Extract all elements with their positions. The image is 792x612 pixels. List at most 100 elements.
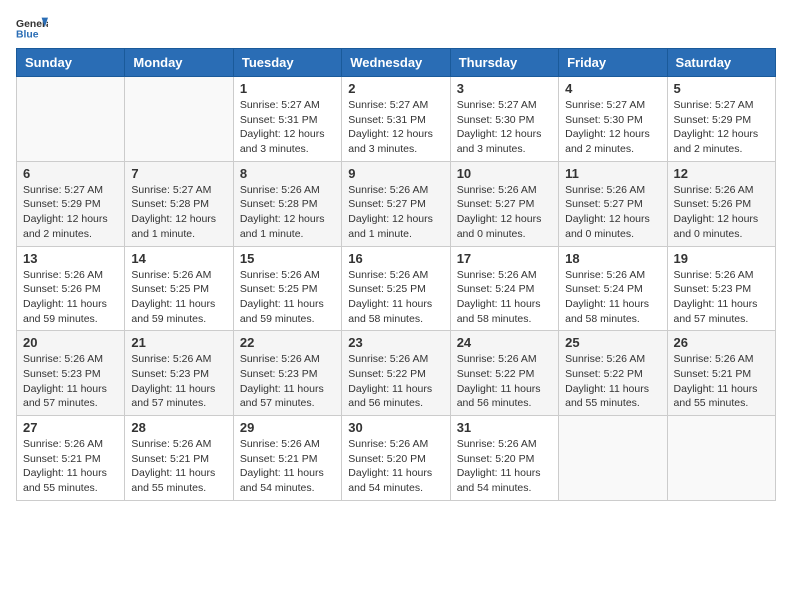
day-number: 13 [23, 251, 118, 266]
calendar-day-cell: 19 Sunrise: 5:26 AM Sunset: 5:23 PM Dayli… [667, 246, 775, 331]
day-number: 20 [23, 335, 118, 350]
day-number: 12 [674, 166, 769, 181]
day-info: Sunrise: 5:26 AM Sunset: 5:25 PM Dayligh… [348, 268, 443, 327]
day-number: 15 [240, 251, 335, 266]
day-number: 23 [348, 335, 443, 350]
calendar-week-row: 20 Sunrise: 5:26 AM Sunset: 5:23 PM Dayli… [17, 331, 776, 416]
calendar-day-cell: 3Sunrise: 5:27 AM Sunset: 5:30 PM Daylig… [450, 77, 558, 162]
day-info: Sunrise: 5:26 AM Sunset: 5:21 PM Dayligh… [131, 437, 226, 496]
day-number: 8 [240, 166, 335, 181]
day-info: Sunrise: 5:27 AM Sunset: 5:29 PM Dayligh… [23, 183, 118, 242]
calendar-day-cell [667, 416, 775, 501]
weekday-header-cell: Tuesday [233, 49, 341, 77]
day-number: 17 [457, 251, 552, 266]
day-number: 21 [131, 335, 226, 350]
day-info: Sunrise: 5:26 AM Sunset: 5:24 PM Dayligh… [565, 268, 660, 327]
day-number: 3 [457, 81, 552, 96]
calendar-day-cell: 10Sunrise: 5:26 AM Sunset: 5:27 PM Dayli… [450, 161, 558, 246]
weekday-header-cell: Friday [559, 49, 667, 77]
day-info: Sunrise: 5:26 AM Sunset: 5:24 PM Dayligh… [457, 268, 552, 327]
calendar-day-cell: 27 Sunrise: 5:26 AM Sunset: 5:21 PM Dayli… [17, 416, 125, 501]
day-number: 9 [348, 166, 443, 181]
day-info: Sunrise: 5:26 AM Sunset: 5:23 PM Dayligh… [674, 268, 769, 327]
calendar-day-cell: 7 Sunrise: 5:27 AM Sunset: 5:28 PM Daylig… [125, 161, 233, 246]
day-number: 2 [348, 81, 443, 96]
calendar-day-cell: 28 Sunrise: 5:26 AM Sunset: 5:21 PM Dayli… [125, 416, 233, 501]
calendar-day-cell [17, 77, 125, 162]
logo: General Blue [16, 16, 48, 40]
calendar-day-cell: 22 Sunrise: 5:26 AM Sunset: 5:23 PM Dayli… [233, 331, 341, 416]
weekday-header-cell: Saturday [667, 49, 775, 77]
calendar-day-cell: 21 Sunrise: 5:26 AM Sunset: 5:23 PM Dayli… [125, 331, 233, 416]
day-info: Sunrise: 5:27 AM Sunset: 5:30 PM Dayligh… [565, 98, 660, 157]
day-info: Sunrise: 5:27 AM Sunset: 5:31 PM Dayligh… [240, 98, 335, 157]
calendar-day-cell: 17 Sunrise: 5:26 AM Sunset: 5:24 PM Dayli… [450, 246, 558, 331]
calendar-day-cell [125, 77, 233, 162]
calendar-week-row: 1 Sunrise: 5:27 AM Sunset: 5:31 PM Daylig… [17, 77, 776, 162]
calendar-day-cell: 26Sunrise: 5:26 AM Sunset: 5:21 PM Dayli… [667, 331, 775, 416]
day-number: 14 [131, 251, 226, 266]
day-number: 28 [131, 420, 226, 435]
weekday-header-cell: Sunday [17, 49, 125, 77]
calendar-day-cell [559, 416, 667, 501]
calendar-day-cell: 15 Sunrise: 5:26 AM Sunset: 5:25 PM Dayli… [233, 246, 341, 331]
day-info: Sunrise: 5:26 AM Sunset: 5:21 PM Dayligh… [240, 437, 335, 496]
day-info: Sunrise: 5:26 AM Sunset: 5:25 PM Dayligh… [240, 268, 335, 327]
day-number: 18 [565, 251, 660, 266]
day-number: 25 [565, 335, 660, 350]
day-info: Sunrise: 5:26 AM Sunset: 5:22 PM Dayligh… [457, 352, 552, 411]
day-number: 30 [348, 420, 443, 435]
calendar-day-cell: 29 Sunrise: 5:26 AM Sunset: 5:21 PM Dayli… [233, 416, 341, 501]
calendar-day-cell: 24 Sunrise: 5:26 AM Sunset: 5:22 PM Dayli… [450, 331, 558, 416]
calendar-day-cell: 11Sunrise: 5:26 AM Sunset: 5:27 PM Dayli… [559, 161, 667, 246]
day-info: Sunrise: 5:26 AM Sunset: 5:28 PM Dayligh… [240, 183, 335, 242]
calendar-day-cell: 14 Sunrise: 5:26 AM Sunset: 5:25 PM Dayli… [125, 246, 233, 331]
day-info: Sunrise: 5:27 AM Sunset: 5:29 PM Dayligh… [674, 98, 769, 157]
day-info: Sunrise: 5:27 AM Sunset: 5:31 PM Dayligh… [348, 98, 443, 157]
calendar-week-row: 13 Sunrise: 5:26 AM Sunset: 5:26 PM Dayli… [17, 246, 776, 331]
weekday-header-row: SundayMondayTuesdayWednesdayThursdayFrid… [17, 49, 776, 77]
day-info: Sunrise: 5:26 AM Sunset: 5:20 PM Dayligh… [348, 437, 443, 496]
day-info: Sunrise: 5:26 AM Sunset: 5:21 PM Dayligh… [674, 352, 769, 411]
calendar-day-cell: 20 Sunrise: 5:26 AM Sunset: 5:23 PM Dayli… [17, 331, 125, 416]
calendar-day-cell: 8 Sunrise: 5:26 AM Sunset: 5:28 PM Daylig… [233, 161, 341, 246]
page-header: General Blue [16, 16, 776, 40]
day-number: 6 [23, 166, 118, 181]
day-info: Sunrise: 5:27 AM Sunset: 5:28 PM Dayligh… [131, 183, 226, 242]
calendar-day-cell: 9 Sunrise: 5:26 AM Sunset: 5:27 PM Daylig… [342, 161, 450, 246]
day-number: 1 [240, 81, 335, 96]
calendar-day-cell: 5 Sunrise: 5:27 AM Sunset: 5:29 PM Daylig… [667, 77, 775, 162]
day-info: Sunrise: 5:26 AM Sunset: 5:27 PM Dayligh… [348, 183, 443, 242]
day-number: 29 [240, 420, 335, 435]
calendar-day-cell: 16 Sunrise: 5:26 AM Sunset: 5:25 PM Dayli… [342, 246, 450, 331]
logo-icon: General Blue [16, 16, 48, 40]
day-info: Sunrise: 5:26 AM Sunset: 5:25 PM Dayligh… [131, 268, 226, 327]
day-number: 7 [131, 166, 226, 181]
day-number: 5 [674, 81, 769, 96]
weekday-header-cell: Wednesday [342, 49, 450, 77]
day-number: 22 [240, 335, 335, 350]
day-info: Sunrise: 5:26 AM Sunset: 5:23 PM Dayligh… [131, 352, 226, 411]
day-number: 27 [23, 420, 118, 435]
calendar-day-cell: 25 Sunrise: 5:26 AM Sunset: 5:22 PM Dayli… [559, 331, 667, 416]
calendar-day-cell: 13 Sunrise: 5:26 AM Sunset: 5:26 PM Dayli… [17, 246, 125, 331]
calendar-body: 1 Sunrise: 5:27 AM Sunset: 5:31 PM Daylig… [17, 77, 776, 501]
day-number: 11 [565, 166, 660, 181]
svg-text:Blue: Blue [16, 30, 39, 40]
day-info: Sunrise: 5:26 AM Sunset: 5:21 PM Dayligh… [23, 437, 118, 496]
day-number: 16 [348, 251, 443, 266]
calendar-day-cell: 18 Sunrise: 5:26 AM Sunset: 5:24 PM Dayli… [559, 246, 667, 331]
day-info: Sunrise: 5:26 AM Sunset: 5:22 PM Dayligh… [565, 352, 660, 411]
day-number: 4 [565, 81, 660, 96]
weekday-header-cell: Thursday [450, 49, 558, 77]
calendar-day-cell: 2 Sunrise: 5:27 AM Sunset: 5:31 PM Daylig… [342, 77, 450, 162]
calendar-day-cell: 1 Sunrise: 5:27 AM Sunset: 5:31 PM Daylig… [233, 77, 341, 162]
day-number: 24 [457, 335, 552, 350]
day-info: Sunrise: 5:26 AM Sunset: 5:23 PM Dayligh… [23, 352, 118, 411]
day-number: 19 [674, 251, 769, 266]
day-info: Sunrise: 5:26 AM Sunset: 5:23 PM Dayligh… [240, 352, 335, 411]
day-info: Sunrise: 5:26 AM Sunset: 5:26 PM Dayligh… [23, 268, 118, 327]
weekday-header-cell: Monday [125, 49, 233, 77]
day-info: Sunrise: 5:26 AM Sunset: 5:26 PM Dayligh… [674, 183, 769, 242]
calendar-week-row: 27 Sunrise: 5:26 AM Sunset: 5:21 PM Dayli… [17, 416, 776, 501]
